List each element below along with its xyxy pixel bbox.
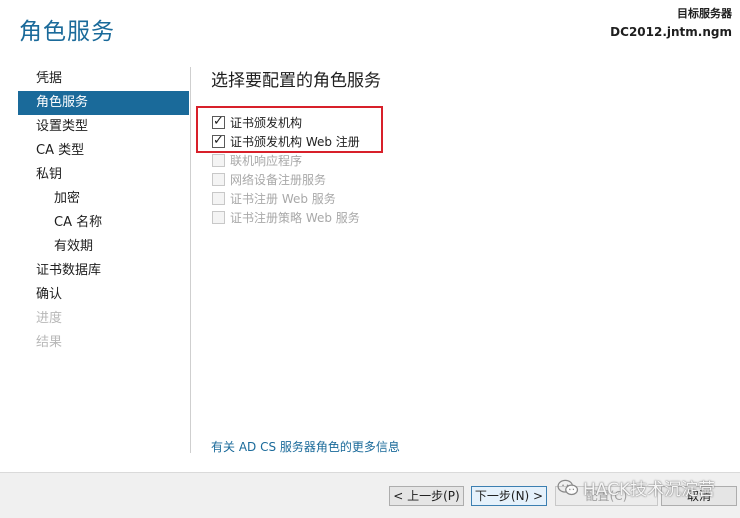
nav-item-results: 结果 [36,335,63,350]
nav-item-setup-type[interactable]: 设置类型 [18,115,189,139]
target-server-name: DC2012.jntm.ngm [610,25,732,39]
checkbox-icon [212,211,225,224]
nav-item-private-key[interactable]: 私钥 [18,163,189,187]
section-title: 选择要配置的角色服务 [211,71,381,91]
role-label: 网络设备注册服务 [230,173,327,187]
nav-item-credentials[interactable]: 凭据 [18,67,189,91]
nav-item-ca-type[interactable]: CA 类型 [18,139,189,163]
red-highlight-box [196,106,383,153]
nav-item-validity-period[interactable]: 有效期 [18,235,189,259]
role-checkbox-cert-enrollment-policy-web-service: 证书注册策略 Web 服务 [212,208,360,227]
wizard-nav: 凭据 角色服务 设置类型 CA 类型 私钥 加密 CA 名称 有效期 证书数据库… [18,67,189,355]
nav-item-progress: 进度 [36,311,63,326]
checkbox-icon [212,154,225,167]
target-server-info: 目标服务器 DC2012.jntm.ngm [610,5,732,41]
nav-divider [190,67,191,453]
role-checkbox-network-device-enrollment: 网络设备注册服务 [212,170,360,189]
nav-item-role-services[interactable]: 角色服务 [18,91,189,115]
more-info-link[interactable]: 有关 AD CS 服务器角色的更多信息 [211,438,400,455]
wechat-icon [557,479,579,495]
role-label: 联机响应程序 [230,154,303,168]
role-checkbox-cert-enrollment-web-service: 证书注册 Web 服务 [212,189,360,208]
nav-item-cryptography[interactable]: 加密 [18,187,189,211]
role-label: 证书注册策略 Web 服务 [230,211,360,225]
next-button[interactable]: 下一步(N) > [471,486,547,506]
watermark: HACK技术沉淀营 [557,475,715,500]
checkbox-icon [212,192,225,205]
nav-item-certificate-database[interactable]: 证书数据库 [18,259,189,283]
role-checkbox-online-responder: 联机响应程序 [212,151,360,170]
previous-button[interactable]: < 上一步(P) [389,486,464,506]
watermark-text: HACK技术沉淀营 [583,480,716,500]
checkbox-icon [212,173,225,186]
nav-item-confirmation[interactable]: 确认 [18,283,189,307]
role-label: 证书注册 Web 服务 [230,192,336,206]
target-server-label: 目标服务器 [677,7,732,20]
nav-item-ca-name[interactable]: CA 名称 [18,211,189,235]
page-title: 角色服务 [19,19,115,45]
